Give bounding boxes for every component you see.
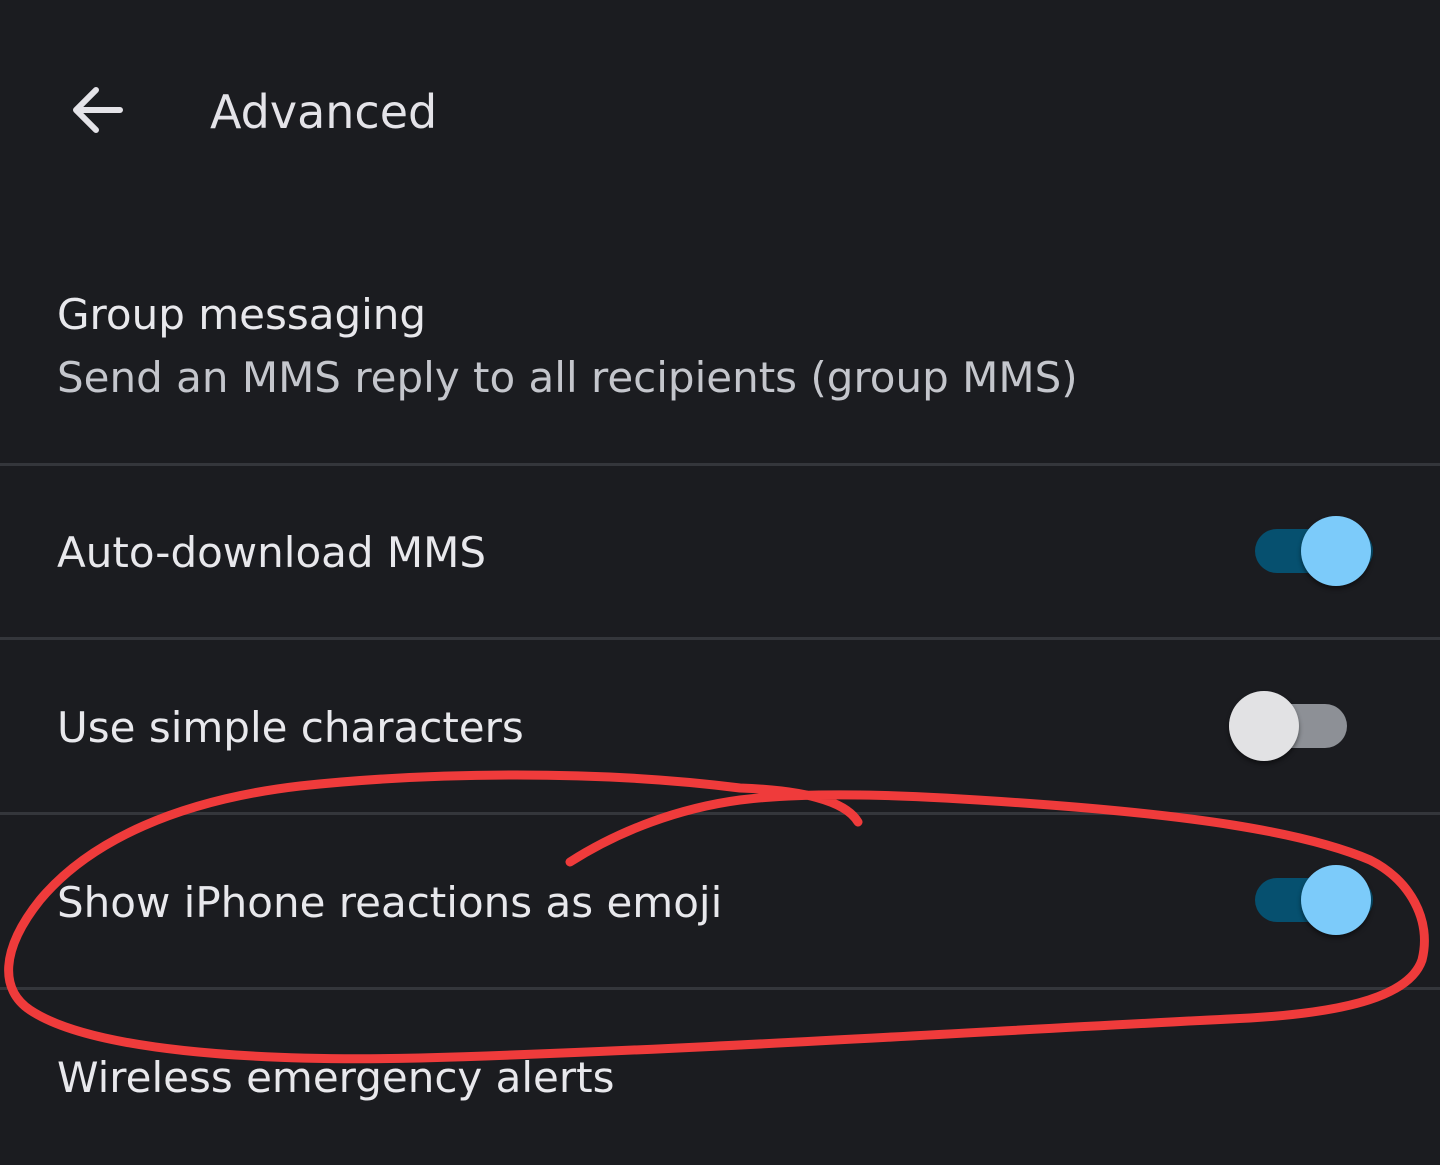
show-iphone-reactions-toggle[interactable] xyxy=(1255,864,1373,936)
toggle-thumb xyxy=(1229,691,1299,761)
back-button[interactable] xyxy=(48,62,148,162)
setting-subtitle: Send an MMS reply to all recipients (gro… xyxy=(57,353,1078,402)
advanced-settings-screen: Advanced Group messaging Send an MMS rep… xyxy=(0,0,1440,1165)
setting-use-simple-characters[interactable]: Use simple characters xyxy=(0,640,1440,813)
setting-wireless-emergency-alerts[interactable]: Wireless emergency alerts xyxy=(0,990,1440,1165)
use-simple-characters-toggle[interactable] xyxy=(1229,690,1347,762)
setting-title: Group messaging xyxy=(57,290,427,339)
arrow-back-icon xyxy=(66,78,130,146)
setting-show-iphone-reactions[interactable]: Show iPhone reactions as emoji xyxy=(0,815,1440,988)
setting-title: Wireless emergency alerts xyxy=(57,1053,615,1102)
setting-auto-download-mms[interactable]: Auto-download MMS xyxy=(0,466,1440,638)
page-title: Advanced xyxy=(210,85,438,139)
toggle-thumb xyxy=(1301,865,1371,935)
auto-download-mms-toggle[interactable] xyxy=(1255,515,1373,587)
setting-title: Auto-download MMS xyxy=(57,528,487,577)
setting-group-messaging[interactable]: Group messaging Send an MMS reply to all… xyxy=(0,270,1440,464)
toggle-thumb xyxy=(1301,516,1371,586)
setting-title: Use simple characters xyxy=(57,703,524,752)
setting-title: Show iPhone reactions as emoji xyxy=(57,878,723,927)
top-app-bar: Advanced xyxy=(0,0,1440,230)
